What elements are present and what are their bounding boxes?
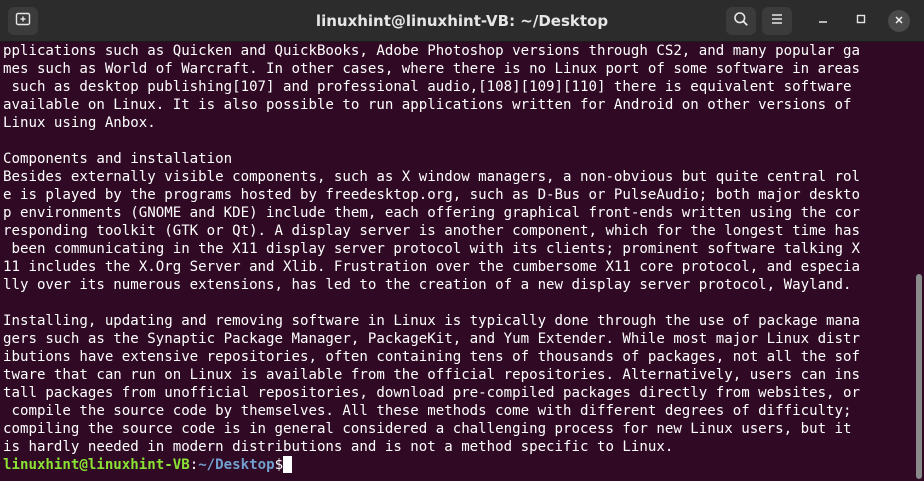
maximize-button[interactable] xyxy=(847,7,875,35)
terminal-line: tware that can run on Linux is available… xyxy=(3,367,861,383)
text-cursor xyxy=(283,456,293,473)
terminal-line: Installing, updating and removing softwa… xyxy=(3,313,861,329)
terminal-line: gers such as the Synaptic Package Manage… xyxy=(3,331,861,347)
prompt-user-host: linuxhint@linuxhint-VB xyxy=(3,457,190,473)
terminal-line: Components and installation xyxy=(3,151,233,167)
hamburger-menu-icon xyxy=(770,12,784,31)
search-button[interactable] xyxy=(726,7,756,35)
prompt-path: ~/Desktop xyxy=(198,457,275,473)
maximize-icon xyxy=(855,12,867,30)
prompt-symbol: $ xyxy=(274,457,284,473)
terminal-line: p environments (GNOME and KDE) include t… xyxy=(3,205,861,221)
menu-button[interactable] xyxy=(762,7,792,35)
terminal-line: Linux using Anbox. xyxy=(3,115,156,131)
terminal-lines: pplications such as Quicken and QuickBoo… xyxy=(3,42,912,456)
terminal-line: available on Linux. It is also possible … xyxy=(3,97,852,113)
terminal-line: mes such as World of Warcraft. In other … xyxy=(3,61,861,77)
close-button[interactable] xyxy=(888,10,910,32)
prompt-separator: : xyxy=(189,457,199,473)
terminal-line: is hardly needed in modern distributions… xyxy=(3,439,674,455)
minimize-icon xyxy=(817,12,829,30)
terminal-line: 11 includes the X.Org Server and Xlib. F… xyxy=(3,259,861,275)
terminal-line: tall packages from unofficial repositori… xyxy=(3,385,861,401)
terminal-line: Besides externally visible components, s… xyxy=(3,169,861,185)
terminal-output[interactable]: pplications such as Quicken and QuickBoo… xyxy=(0,42,912,481)
search-icon xyxy=(733,11,749,32)
terminal-line: such as desktop publishing[107] and prof… xyxy=(3,79,852,95)
terminal-line: been communicating in the X11 display se… xyxy=(3,241,861,257)
terminal-line: responding toolkit (GTK or Qt). A displa… xyxy=(3,223,861,239)
shell-prompt[interactable]: linuxhint@linuxhint-VB:~/Desktop$ xyxy=(3,456,912,474)
terminal-line: lly over its numerous extensions, has le… xyxy=(3,277,852,293)
titlebar[interactable]: linuxhint@linuxhint-VB: ~/Desktop xyxy=(0,0,924,42)
terminal-line: e is played by the programs hosted by fr… xyxy=(3,187,861,203)
terminal-window: linuxhint@linuxhint-VB: ~/Desktop pplica… xyxy=(0,0,924,481)
close-icon xyxy=(894,12,904,30)
terminal-line: ibutions have extensive repositories, of… xyxy=(3,349,861,365)
minimize-button[interactable] xyxy=(809,7,837,35)
scrollbar-thumb[interactable] xyxy=(916,274,922,479)
terminal-line: compile the source code by themselves. A… xyxy=(3,403,852,419)
terminal-line: compiling the source code is in general … xyxy=(3,421,852,437)
terminal-line: pplications such as Quicken and QuickBoo… xyxy=(3,43,861,59)
